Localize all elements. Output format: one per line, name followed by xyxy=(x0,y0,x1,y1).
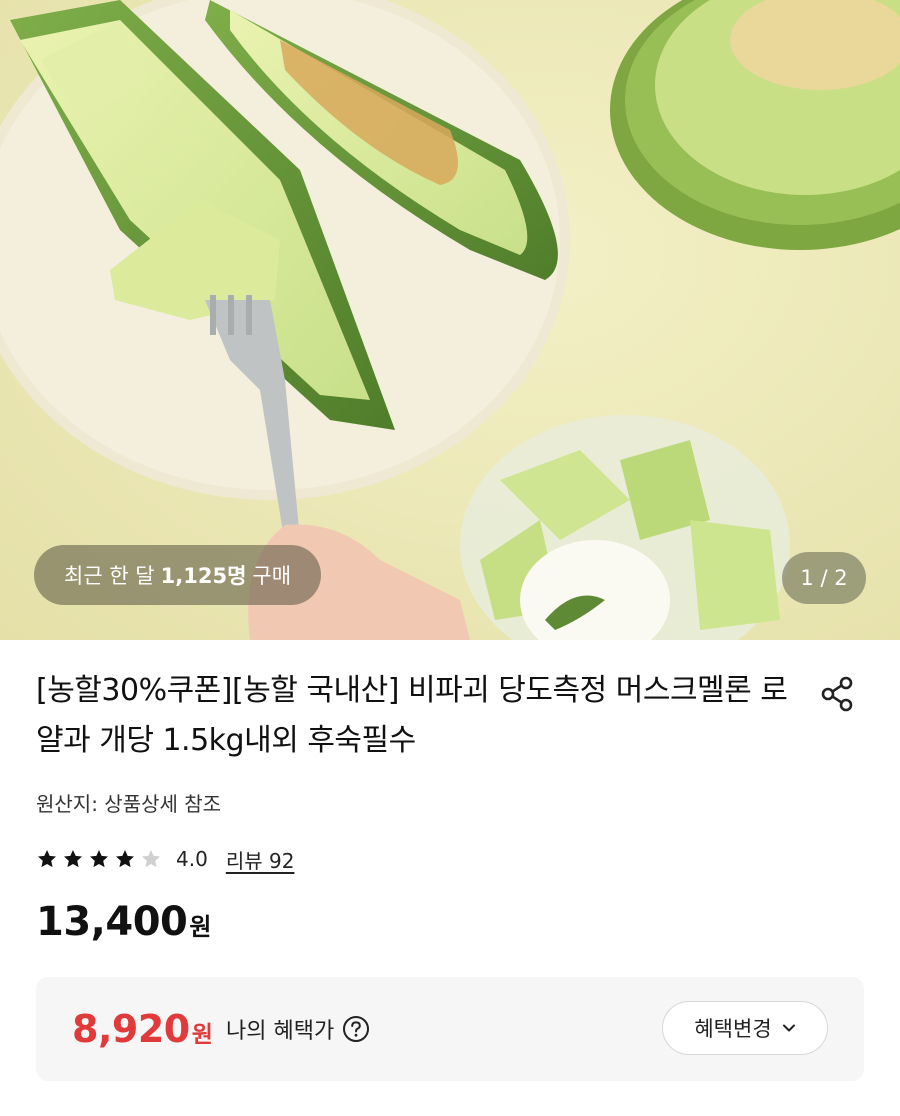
benefit-price-box: 8,920 원 나의 혜택가 혜택변경 xyxy=(36,977,864,1081)
question-circle-icon xyxy=(343,1016,370,1042)
benefit-label-group: 나의 혜택가 xyxy=(226,1013,370,1045)
recent-purchase-prefix: 최근 한 달 xyxy=(64,564,155,588)
origin-info: 원산지: 상품상세 참조 xyxy=(36,792,222,816)
share-icon xyxy=(821,676,853,712)
chevron-down-icon xyxy=(782,1021,796,1035)
rating-row: 4.0 리뷰 92 xyxy=(36,843,294,875)
benefit-price: 8,920 원 xyxy=(72,1007,213,1051)
product-title: [농할30%쿠폰][농할 국내산] 비파괴 당도측정 머스크멜론 로얄과 개당 … xyxy=(36,673,788,758)
change-benefit-label: 혜택변경 xyxy=(694,1017,772,1041)
star-icon xyxy=(90,850,108,868)
product-image-carousel[interactable]: 최근 한 달 1,125명 구매 1 / 2 xyxy=(0,0,900,640)
image-page-indicator: 1 / 2 xyxy=(782,552,866,604)
product-photo xyxy=(0,0,900,640)
star-icon xyxy=(116,850,134,868)
original-price: 13,400 원 xyxy=(36,899,211,945)
recent-purchase-count: 1,125명 xyxy=(160,564,247,588)
review-count-link[interactable]: 리뷰 92 xyxy=(226,845,295,874)
star-icon xyxy=(38,850,56,868)
original-price-value: 13,400 xyxy=(36,899,188,945)
change-benefit-button[interactable]: 혜택변경 xyxy=(662,1001,828,1055)
rating-value: 4.0 xyxy=(176,847,208,871)
star-icon xyxy=(64,850,82,868)
rating-stars xyxy=(36,848,166,870)
share-button[interactable] xyxy=(815,671,861,717)
help-button[interactable] xyxy=(342,1015,370,1043)
benefit-price-unit: 원 xyxy=(191,1022,213,1048)
recent-purchase-suffix: 구매 xyxy=(252,564,292,588)
recent-purchase-badge: 최근 한 달 1,125명 구매 xyxy=(34,545,322,605)
benefit-label: 나의 혜택가 xyxy=(226,1019,335,1044)
benefit-price-value: 8,920 xyxy=(72,1007,190,1051)
original-price-unit: 원 xyxy=(189,913,212,941)
star-icon xyxy=(142,850,160,868)
